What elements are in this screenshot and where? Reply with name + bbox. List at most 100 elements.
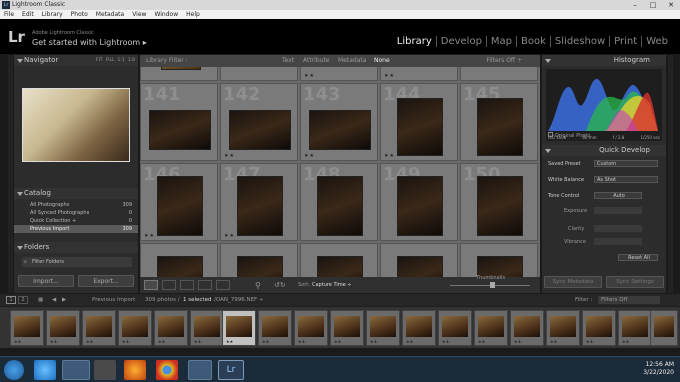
page-2-button[interactable]: 2 (18, 296, 28, 304)
white-balance-select[interactable]: As Shot (594, 176, 658, 183)
menu-help[interactable]: Help (186, 10, 200, 19)
lightroom-taskbar-icon[interactable]: Lr (218, 360, 244, 380)
film-thumb[interactable]: ★★ (510, 310, 544, 346)
loupe-view-icon[interactable] (162, 280, 176, 290)
filter-tab-metadata[interactable]: Metadata (338, 55, 366, 67)
chrome-icon[interactable] (156, 360, 178, 380)
filmstrip-source[interactable]: Previous Import (92, 294, 135, 306)
grid-cell[interactable] (140, 243, 218, 277)
reset-all-button[interactable]: Reset All (618, 254, 658, 261)
catalog-item-previous-import[interactable]: Previous Import 309 (14, 225, 138, 233)
system-clock[interactable]: 12:56 AM 3/22/2020 (643, 361, 674, 377)
folders-header[interactable]: Folders (14, 242, 138, 253)
film-thumb[interactable]: ★★ (438, 310, 472, 346)
thumbnail-slider-handle[interactable] (490, 282, 495, 288)
app-icon[interactable] (188, 360, 212, 380)
firefox-icon[interactable] (124, 360, 146, 380)
grid-cell[interactable] (140, 67, 218, 81)
grid-cell-150[interactable]: 150 (460, 163, 538, 241)
catalog-item-quick-collection[interactable]: Quick Collection + 0 (14, 217, 138, 225)
grid-cell-144[interactable]: 144 ★★ (380, 83, 458, 161)
film-thumb[interactable] (650, 310, 678, 346)
zoom-1-8[interactable]: 1:8 (128, 55, 135, 66)
zoom-fit[interactable]: FIT (96, 55, 103, 66)
grid-cell[interactable] (380, 243, 458, 277)
start-button[interactable] (4, 360, 24, 380)
film-thumb[interactable]: ★★ (82, 310, 116, 346)
page-1-button[interactable]: 1 (6, 296, 16, 304)
tone-auto-button[interactable]: Auto (594, 192, 642, 199)
film-thumb-selected[interactable]: ★★ (222, 310, 256, 346)
module-print[interactable]: Print (610, 36, 643, 47)
selected-filename[interactable]: /OAN_7996.NEF ÷ (214, 294, 264, 306)
grid-cell-145[interactable]: 145 (460, 83, 538, 161)
catalog-item-all-synced[interactable]: All Synced Photographs 0 (14, 209, 138, 217)
file-explorer-icon[interactable] (62, 360, 90, 380)
minimize-button[interactable]: – (626, 0, 644, 10)
forward-arrow-icon[interactable]: ▶ (62, 294, 66, 306)
grid-cell[interactable]: ★★ (380, 67, 458, 81)
grid-cell[interactable] (460, 243, 538, 277)
module-web[interactable]: Web (642, 36, 672, 47)
navigator-header[interactable]: Navigator FIT FILL 1:1 1:8 (14, 55, 138, 66)
back-arrow-icon[interactable]: ◀ (52, 294, 56, 306)
module-develop[interactable]: Develop (437, 36, 487, 47)
module-slideshow[interactable]: Slideshow (551, 36, 611, 47)
filmstrip-filter-select[interactable]: Filters Off (598, 296, 660, 304)
film-thumb[interactable]: ★★ (546, 310, 580, 346)
film-thumb[interactable]: ★★ (154, 310, 188, 346)
filter-tab-none[interactable]: None (374, 55, 390, 67)
spray-can-icon[interactable]: ⚲ (255, 281, 261, 290)
internet-explorer-icon[interactable] (34, 360, 56, 380)
catalog-header[interactable]: Catalog (14, 188, 138, 199)
exposure-stepper[interactable] (594, 207, 642, 214)
grid-cell-146[interactable]: 146 ★★ (140, 163, 218, 241)
media-player-icon[interactable] (94, 360, 116, 380)
menu-photo[interactable]: Photo (71, 10, 88, 19)
zoom-1-1[interactable]: 1:1 (118, 55, 125, 66)
film-thumb[interactable]: ★★ (474, 310, 508, 346)
right-panel-scrollbar[interactable] (668, 55, 673, 293)
grid-cell[interactable] (300, 243, 378, 277)
left-panel-scrollbar[interactable] (8, 55, 13, 293)
filter-tab-text[interactable]: Text (282, 55, 294, 67)
grid-cell-147[interactable]: 147 ★★ (220, 163, 298, 241)
vibrance-stepper[interactable] (594, 238, 642, 245)
zoom-fill[interactable]: FILL (106, 55, 115, 66)
film-thumb[interactable]: ★★ (366, 310, 400, 346)
menu-metadata[interactable]: Metadata (96, 10, 124, 19)
quick-develop-header[interactable]: Quick Develop (542, 145, 666, 156)
grid-cell-149[interactable]: 149 (380, 163, 458, 241)
grid-cell[interactable] (460, 67, 538, 81)
film-thumb[interactable]: ★★ (190, 310, 224, 346)
grid-cell-148[interactable]: 148 (300, 163, 378, 241)
grid-cell[interactable] (220, 67, 298, 81)
film-thumb[interactable]: ★★ (618, 310, 652, 346)
people-view-icon[interactable] (216, 280, 230, 290)
grid-cell[interactable] (220, 243, 298, 277)
filter-folders-input[interactable]: ⌕ Filter Folders (22, 257, 132, 267)
catalog-item-all-photographs[interactable]: All Photographs 309 (14, 201, 138, 209)
filter-tab-attribute[interactable]: Attribute (303, 55, 330, 67)
module-map[interactable]: Map (487, 36, 518, 47)
survey-view-icon[interactable] (198, 280, 212, 290)
menu-file[interactable]: File (4, 10, 14, 19)
module-library[interactable]: Library (393, 36, 437, 47)
sort-select[interactable]: Capture Time ÷ (312, 282, 352, 288)
clarity-stepper[interactable] (594, 225, 642, 232)
grid-view-icon[interactable] (144, 280, 158, 290)
histogram-graph[interactable]: ISO 1600 66 mm f / 2.8 1/250 sec (546, 69, 662, 141)
checkbox-icon[interactable] (548, 132, 553, 137)
module-book[interactable]: Book (517, 36, 551, 47)
film-thumb[interactable]: ★★ (46, 310, 80, 346)
film-thumb[interactable]: ★★ (10, 310, 44, 346)
grid-cell-142[interactable]: 142 ★★ (220, 83, 298, 161)
export-button[interactable]: Export... (78, 275, 134, 287)
sync-metadata-button[interactable]: Sync Metadata (544, 276, 602, 288)
film-thumb[interactable]: ★★ (582, 310, 616, 346)
maximize-button[interactable]: □ (644, 0, 662, 10)
film-thumb[interactable]: ★★ (330, 310, 364, 346)
grid-cell-143[interactable]: 143 ★★ (300, 83, 378, 161)
film-thumb[interactable]: ★★ (118, 310, 152, 346)
saved-preset-select[interactable]: Custom (594, 160, 658, 167)
